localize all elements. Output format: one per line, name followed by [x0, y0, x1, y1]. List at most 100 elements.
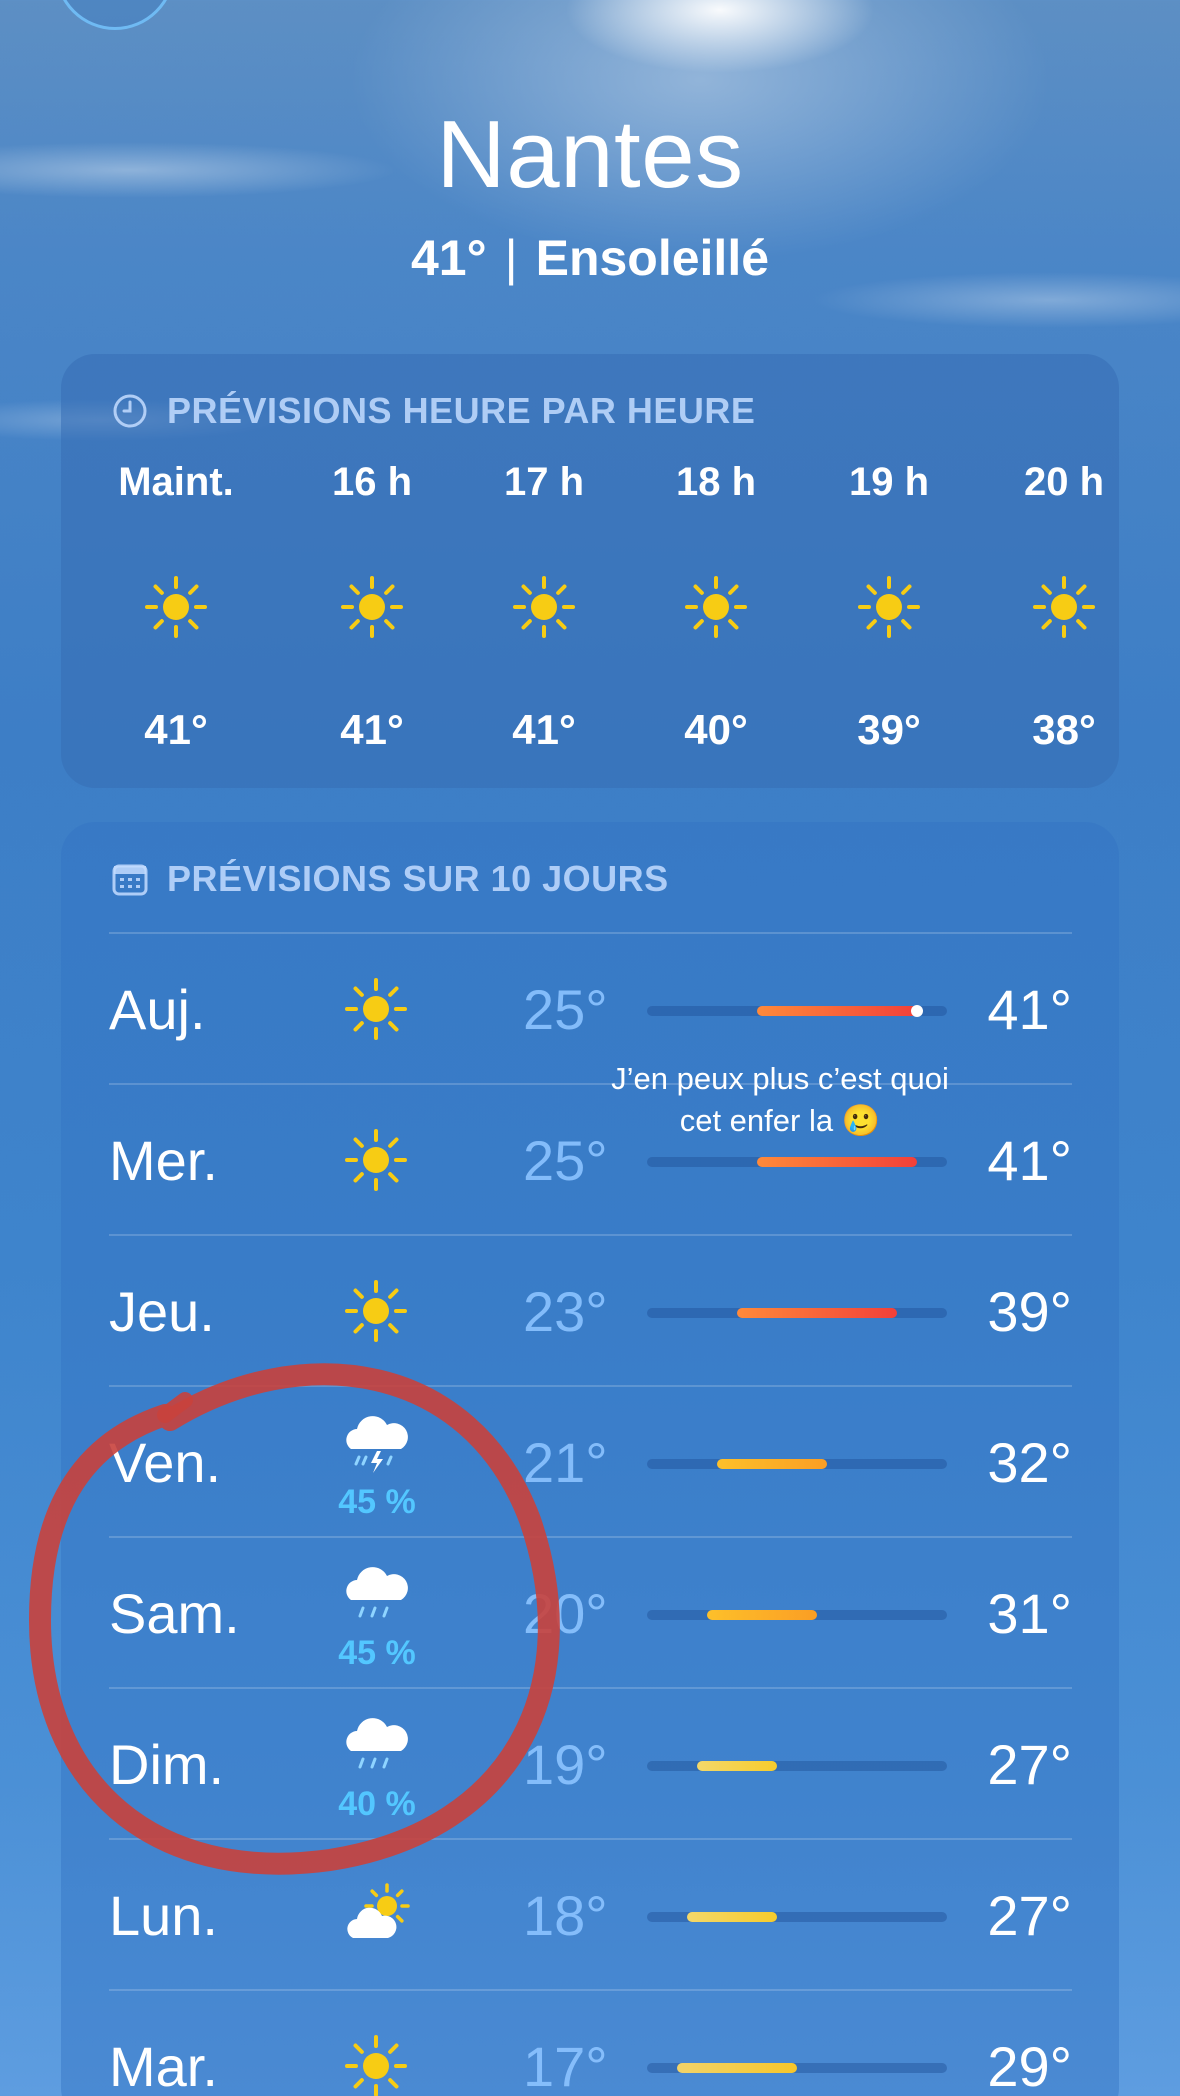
day-label: Dim. [109, 1733, 225, 1796]
daily-row[interactable]: Dim. 40 % 19° 27° [109, 1687, 1072, 1838]
hour-temp: 40° [684, 706, 748, 753]
sun-icon [345, 2035, 407, 2096]
day-label: Mar. [109, 2035, 218, 2096]
story-caption: J’en peux plus c’est quoi cet enfer la 🥲 [560, 1058, 1000, 1142]
sun-icon [513, 576, 575, 638]
hour-label: Maint. [118, 460, 234, 504]
high-temp: 39° [987, 1280, 1072, 1343]
low-temp: 19° [523, 1733, 608, 1796]
hour-label: 20 h [1023, 460, 1105, 504]
low-temp: 25° [523, 978, 608, 1041]
day-label: Lun. [109, 1884, 218, 1947]
hour-label: 18 h [675, 460, 757, 504]
hour-temp: 41° [512, 706, 576, 753]
high-temp: 41° [987, 1129, 1072, 1192]
temp-range-fill [687, 1912, 777, 1922]
hourly-list[interactable]: Maint. 41° 16 h 41° 17 h 41° 18 h 40° 19 h 39° 20 … [61, 458, 1119, 758]
hourly-title: PRÉVISIONS HEURE PAR HEURE [111, 390, 755, 432]
day-label: Mer. [109, 1129, 218, 1192]
caption-line-1: J’en peux plus c’est quoi [611, 1061, 949, 1096]
summary-separator: | [504, 230, 518, 286]
precip-chance: 45 % [338, 1483, 416, 1521]
hour-item: 17 h 41° [459, 458, 629, 754]
hour-temp: 41° [340, 706, 404, 753]
temp-range-fill [697, 1761, 777, 1771]
hour-item: 18 h 40° [631, 458, 801, 754]
low-temp: 21° [523, 1431, 608, 1494]
low-temp: 17° [523, 2035, 608, 2096]
hour-temp: 41° [144, 706, 208, 753]
high-temp: 29° [987, 2035, 1072, 2096]
hourly-title-text: PRÉVISIONS HEURE PAR HEURE [167, 390, 756, 431]
temp-range-bar [647, 1157, 947, 1167]
temp-range-bar [647, 1610, 947, 1620]
hour-temp: 38° [1032, 706, 1096, 753]
daily-title-text: PRÉVISIONS SUR 10 JOURS [167, 858, 669, 899]
sun-icon [345, 1280, 407, 1342]
daily-row[interactable]: Ven. 45 % 21° 32° [109, 1385, 1072, 1536]
sun-icon [345, 1129, 407, 1191]
daily-row[interactable]: Sam. 45 % 20° 31° [109, 1536, 1072, 1687]
precip-chance: 45 % [338, 1634, 416, 1672]
high-temp: 27° [987, 1884, 1072, 1947]
temp-range-fill [677, 2063, 797, 2073]
partly-sunny-icon [347, 1883, 410, 1938]
hour-item: 16 h 41° [287, 458, 457, 754]
high-temp: 41° [987, 978, 1072, 1041]
sun-icon [1033, 576, 1095, 638]
hour-label: 17 h [503, 460, 585, 504]
high-temp: 32° [987, 1431, 1072, 1494]
temp-range-bar [647, 1308, 947, 1318]
hour-label: 16 h [331, 460, 413, 504]
daily-title: PRÉVISIONS SUR 10 JOURS [111, 858, 669, 900]
hour-temp: 39° [857, 706, 921, 753]
day-label: Ven. [109, 1431, 222, 1494]
current-temp-marker [911, 1005, 923, 1017]
hourly-forecast-card[interactable]: PRÉVISIONS HEURE PAR HEURE Maint. 41° 16 h… [61, 354, 1119, 788]
hour-item: 20 h 38° [979, 458, 1149, 754]
sun-icon [345, 978, 407, 1040]
low-temp: 23° [523, 1280, 608, 1343]
location-header: Nantes 41° | Ensoleillé [0, 100, 1180, 288]
rain-icon [346, 1567, 408, 1618]
hour-label: 19 h [848, 460, 930, 504]
day-label: Sam. [109, 1582, 240, 1645]
clock-icon [111, 392, 149, 430]
current-temp: 41° [410, 230, 487, 286]
sun-icon [685, 576, 747, 638]
temp-range-fill [757, 1006, 917, 1016]
day-label: Jeu. [109, 1280, 215, 1343]
temp-range-bar [647, 1912, 947, 1922]
thunderstorm-icon [346, 1416, 408, 1473]
current-summary: 41° | Ensoleillé [0, 228, 1180, 288]
temp-range-fill [707, 1610, 817, 1620]
precip-chance: 40 % [338, 1785, 416, 1823]
temp-range-bar [647, 2063, 947, 2073]
temp-range-fill [757, 1157, 917, 1167]
hour-item: 19 h 39° [804, 458, 974, 754]
caption-line-2: cet enfer la 🥲 [679, 1103, 881, 1138]
low-temp: 18° [523, 1884, 608, 1947]
day-label: Auj. [109, 978, 206, 1041]
sun-icon [341, 576, 403, 638]
sun-icon [858, 576, 920, 638]
temp-range-bar [647, 1761, 947, 1771]
hour-item: Maint. 41° [91, 458, 261, 754]
profile-circle[interactable] [55, 0, 175, 30]
sun-icon [145, 576, 207, 638]
daily-row[interactable]: Mar. 17° 29° [109, 1989, 1072, 2096]
temp-range-fill [737, 1308, 897, 1318]
temp-range-bar [647, 1005, 947, 1017]
calendar-icon [111, 860, 149, 898]
rain-icon [346, 1718, 408, 1769]
high-temp: 31° [987, 1582, 1072, 1645]
low-temp: 20° [523, 1582, 608, 1645]
daily-forecast-card[interactable]: PRÉVISIONS SUR 10 JOURS Auj. 25° 41° Mer. 25… [61, 822, 1119, 2096]
current-condition: Ensoleillé [535, 230, 770, 286]
temp-range-bar [647, 1459, 947, 1469]
daily-row[interactable]: Lun. 18° 27° [109, 1838, 1072, 1989]
daily-row[interactable]: Jeu. 23° 39° [109, 1234, 1072, 1385]
high-temp: 27° [987, 1733, 1072, 1796]
temp-range-fill [717, 1459, 827, 1469]
city-name: Nantes [436, 101, 744, 208]
